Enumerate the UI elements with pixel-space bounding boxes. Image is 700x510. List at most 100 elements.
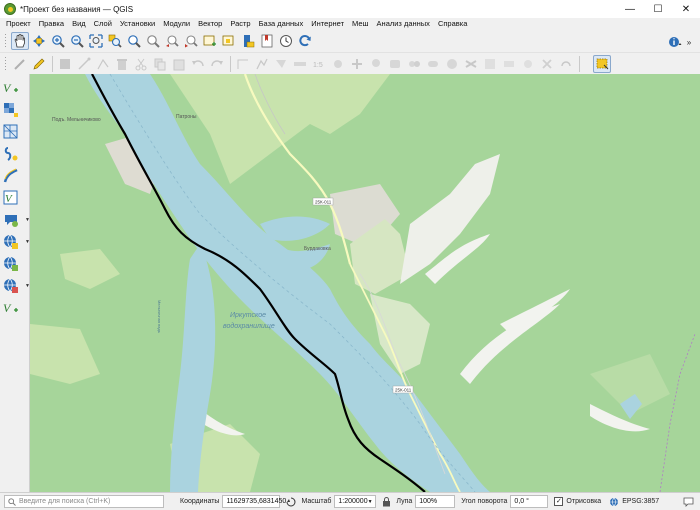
deselect-icon[interactable] bbox=[329, 55, 347, 73]
rotation-spinbox[interactable]: 0,0 ° bbox=[510, 495, 549, 508]
field-calc-icon[interactable] bbox=[272, 55, 290, 73]
menu-mesh[interactable]: Меш bbox=[348, 18, 373, 30]
menu-project[interactable]: Проект bbox=[2, 18, 35, 30]
render-label: Отрисовка bbox=[566, 498, 602, 505]
close-button[interactable]: ✕ bbox=[672, 0, 700, 18]
delete-icon[interactable] bbox=[113, 55, 131, 73]
menu-layer[interactable]: Слой bbox=[90, 18, 116, 30]
diagram-icon[interactable] bbox=[443, 55, 461, 73]
new-map-view-icon[interactable] bbox=[201, 32, 219, 50]
copy-icon[interactable] bbox=[151, 55, 169, 73]
map-navigation-toolbar: » bbox=[0, 30, 700, 52]
show-bookmarks-icon[interactable] bbox=[277, 32, 295, 50]
zoom-to-selection-icon[interactable] bbox=[106, 32, 124, 50]
zoom-in-icon[interactable] bbox=[49, 32, 67, 50]
attribute-table-icon[interactable] bbox=[253, 55, 271, 73]
toolbar-overflow-icon[interactable]: » bbox=[685, 33, 693, 51]
toolbar-grip[interactable] bbox=[4, 55, 7, 72]
add-vector-layer-icon[interactable]: V bbox=[3, 298, 25, 318]
lock-scale-icon[interactable] bbox=[382, 496, 391, 507]
render-toggle[interactable]: ✓ Отрисовка bbox=[554, 497, 601, 506]
map-canvas[interactable]: Подъ. Мельничиково Патроны Бурдаковка 25… bbox=[30, 74, 700, 492]
zoom-last-icon[interactable] bbox=[163, 32, 181, 50]
menu-settings[interactable]: Установки bbox=[116, 18, 159, 30]
add-gpx-icon[interactable] bbox=[3, 166, 25, 186]
label-move-icon[interactable] bbox=[386, 55, 404, 73]
add-wfs-icon[interactable] bbox=[3, 254, 25, 274]
scale-value: 1:200000 bbox=[338, 498, 368, 505]
menu-processing[interactable]: Анализ данных bbox=[373, 18, 434, 30]
toggle-extents-icon[interactable] bbox=[286, 497, 296, 507]
new-3d-view-icon[interactable] bbox=[220, 32, 238, 50]
menu-database[interactable]: База данных bbox=[255, 18, 308, 30]
save-edits-icon[interactable] bbox=[56, 55, 74, 73]
label-rotate-icon[interactable] bbox=[405, 55, 423, 73]
html-annotation-icon[interactable] bbox=[519, 55, 537, 73]
messages-icon[interactable] bbox=[683, 496, 694, 509]
text-annotation-icon[interactable] bbox=[481, 55, 499, 73]
locator-search-input[interactable]: Введите для поиска (Ctrl+K) bbox=[4, 495, 164, 508]
magnifier-spinbox[interactable]: 100% bbox=[415, 495, 456, 508]
minimize-button[interactable]: — bbox=[616, 0, 644, 18]
zoom-next-icon[interactable] bbox=[182, 32, 200, 50]
coordinates-field[interactable]: 11629735,6831450 bbox=[222, 495, 286, 508]
svg-annotation-icon[interactable] bbox=[538, 55, 556, 73]
annotation-icon[interactable] bbox=[462, 55, 480, 73]
scale-combobox[interactable]: 1:200000 ▼ bbox=[334, 495, 377, 508]
add-virtual-icon[interactable]: ▼ bbox=[3, 210, 30, 230]
menu-raster[interactable]: Растр bbox=[226, 18, 254, 30]
zoom-to-layer-icon[interactable] bbox=[125, 32, 143, 50]
form-annotation-icon[interactable] bbox=[500, 55, 518, 73]
add-mesh-icon[interactable] bbox=[3, 122, 25, 142]
label-change-icon[interactable] bbox=[424, 55, 442, 73]
temporal-controller-icon[interactable] bbox=[239, 32, 257, 50]
new-shapefile-icon[interactable]: V bbox=[3, 78, 25, 98]
coordinates-label: Координаты bbox=[180, 498, 220, 505]
current-edits-icon[interactable] bbox=[11, 55, 29, 73]
add-wms-icon[interactable]: ▼ bbox=[3, 232, 30, 252]
search-icon bbox=[8, 497, 16, 506]
select-feature-icon[interactable]: 1:5 bbox=[310, 55, 328, 73]
village-label: Бурдаковка bbox=[304, 246, 331, 252]
select-rectangle-icon[interactable] bbox=[593, 54, 611, 73]
zoom-native-icon[interactable] bbox=[144, 32, 162, 50]
add-vector-icon[interactable]: V bbox=[3, 188, 25, 208]
render-checkbox[interactable]: ✓ bbox=[554, 497, 564, 506]
menu-edit[interactable]: Правка bbox=[35, 18, 68, 30]
maximize-button[interactable]: ☐ bbox=[644, 0, 672, 18]
toolbar-separator bbox=[230, 55, 231, 72]
magnifier-label: Лупа bbox=[396, 498, 413, 505]
refresh-icon[interactable] bbox=[296, 32, 314, 50]
digitizing-toolbar: 1:5 bbox=[0, 52, 700, 74]
toolbar-grip[interactable] bbox=[4, 33, 7, 49]
add-raster-icon[interactable] bbox=[3, 100, 25, 120]
crs-icon[interactable] bbox=[609, 497, 619, 507]
vertex-tool-icon[interactable] bbox=[94, 55, 112, 73]
add-delimited-text-icon[interactable] bbox=[3, 144, 25, 164]
undo-icon[interactable] bbox=[189, 55, 207, 73]
label-tool-icon[interactable] bbox=[234, 55, 252, 73]
measure-icon[interactable] bbox=[291, 55, 309, 73]
add-xyz-icon[interactable]: ▼ bbox=[3, 276, 30, 296]
village-label: Подъ. Мельничиково bbox=[52, 117, 101, 123]
identify-icon[interactable] bbox=[348, 55, 366, 73]
menu-help[interactable]: Справка bbox=[434, 18, 471, 30]
bookmark-new-icon[interactable] bbox=[258, 32, 276, 50]
cut-icon[interactable] bbox=[132, 55, 150, 73]
zoom-out-icon[interactable] bbox=[68, 32, 86, 50]
zoom-full-icon[interactable] bbox=[87, 32, 105, 50]
identify-info-icon[interactable] bbox=[666, 33, 684, 51]
paste-icon[interactable] bbox=[170, 55, 188, 73]
menu-plugins[interactable]: Модули bbox=[159, 18, 194, 30]
menu-view[interactable]: Вид bbox=[68, 18, 90, 30]
map-tips-icon[interactable] bbox=[557, 55, 575, 73]
menu-web[interactable]: Интернет bbox=[307, 18, 348, 30]
redo-icon[interactable] bbox=[208, 55, 226, 73]
crs-label[interactable]: EPSG:3857 bbox=[622, 498, 659, 505]
pan-icon[interactable] bbox=[11, 32, 29, 50]
label-pin-icon[interactable] bbox=[367, 55, 385, 73]
edit-pencil-icon[interactable] bbox=[30, 55, 48, 73]
menu-vector[interactable]: Вектор bbox=[194, 18, 226, 30]
pan-to-selection-icon[interactable] bbox=[30, 32, 48, 50]
add-point-icon[interactable] bbox=[75, 55, 93, 73]
